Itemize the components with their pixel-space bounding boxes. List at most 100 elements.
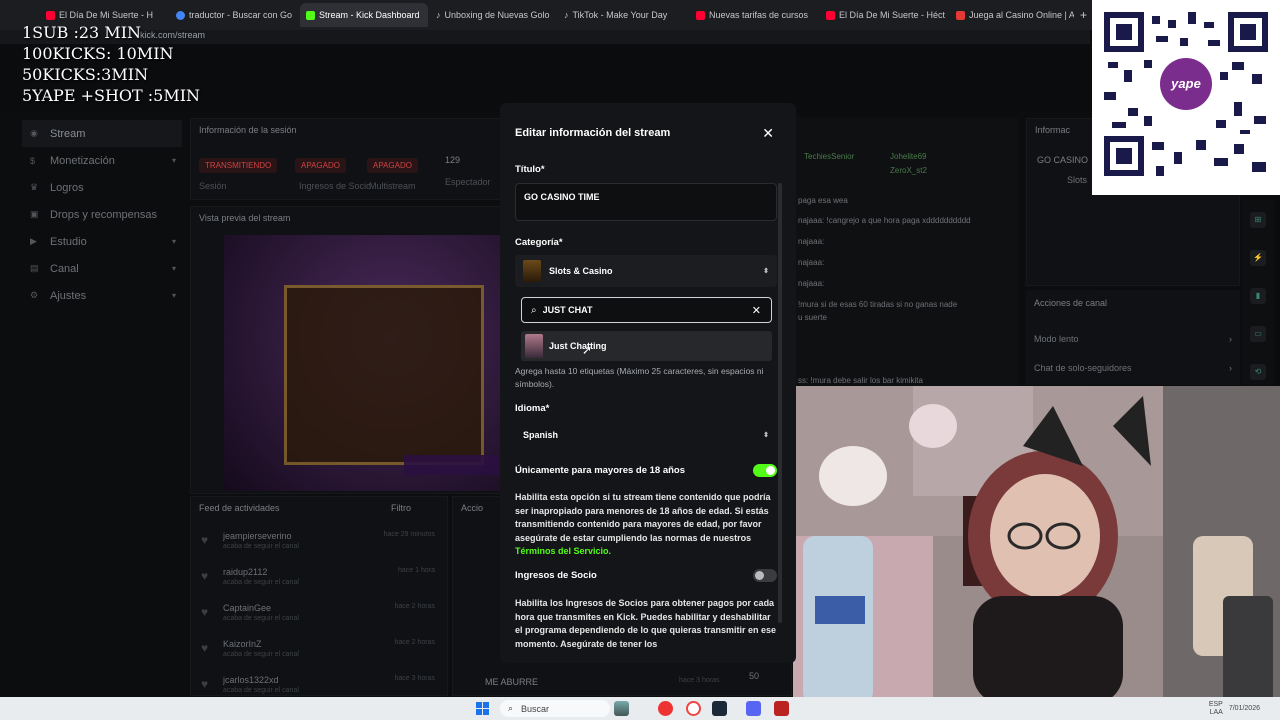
panel-title: Acciones de canal bbox=[1034, 298, 1108, 308]
rail-button-icon[interactable]: ▮ bbox=[1250, 288, 1266, 304]
steam-icon[interactable] bbox=[712, 701, 727, 716]
adult-only-toggle[interactable] bbox=[753, 464, 777, 477]
opera-icon[interactable] bbox=[686, 701, 701, 716]
right-rail: ⊞ ⚡ ▮ ▭ ⟲ bbox=[1242, 200, 1274, 385]
browser-tab[interactable]: ♪ TikTok - Make Your Day bbox=[558, 5, 686, 25]
status-pill: APAGADO bbox=[367, 158, 418, 173]
chat-message: najaaa: bbox=[798, 258, 825, 267]
search-icon: ⌕ bbox=[508, 703, 514, 713]
session-panel: Información de la sesión TRANSMITIENDO A… bbox=[190, 118, 502, 200]
sidebar-item-estudio[interactable]: ▶ Estudio ▾ bbox=[22, 228, 182, 255]
feed-username[interactable]: CaptainGee bbox=[223, 603, 271, 613]
discord-icon[interactable] bbox=[746, 701, 761, 716]
sidebar: ◉ Stream $ Monetización ▾ ♛ Logros ▣ Drops y … bbox=[22, 120, 182, 309]
rail-button-icon[interactable]: ⟲ bbox=[1250, 364, 1266, 380]
stream-title-input[interactable]: GO CASINO TIME bbox=[515, 183, 777, 221]
webcam-scene bbox=[793, 386, 1280, 704]
category-search-input[interactable] bbox=[542, 305, 733, 315]
taskbar-app-icon[interactable] bbox=[614, 701, 629, 716]
feed-username[interactable]: raidup2112 bbox=[223, 567, 267, 577]
sidebar-item-canal[interactable]: ▤ Canal ▾ bbox=[22, 255, 182, 282]
status-pill: TRANSMITIENDO bbox=[199, 158, 278, 173]
clock-date[interactable]: 7/01/2026 bbox=[1229, 701, 1260, 717]
language-indicator[interactable]: ESP bbox=[1209, 701, 1223, 708]
browser-tab[interactable]: Juega al Casino Online | A bbox=[950, 5, 1074, 25]
new-tab-button[interactable]: + bbox=[1074, 5, 1090, 25]
rail-button-icon[interactable]: ⚡ bbox=[1250, 250, 1266, 266]
feed-description: acaba de seguir el canal bbox=[223, 579, 299, 586]
edit-stream-modal: Editar información del stream ✕ Título* … bbox=[500, 103, 796, 663]
sidebar-item-stream[interactable]: ◉ Stream bbox=[22, 120, 182, 147]
sidebar-item-drops[interactable]: ▣ Drops y recompensas bbox=[22, 201, 182, 228]
yape-logo-text: yape bbox=[1171, 76, 1201, 91]
stream-overlay-text: 1SUB :23 MIN 100KICKS: 10MIN 50KICKS:3MI… bbox=[22, 22, 200, 106]
chrome-icon[interactable] bbox=[658, 701, 673, 716]
panel-title: Vista previa del stream bbox=[199, 213, 291, 223]
feed-username[interactable]: KaizorInZ bbox=[223, 639, 262, 649]
sidebar-item-monetizacion[interactable]: $ Monetización ▾ bbox=[22, 147, 182, 174]
browser-tab[interactable]: Nuevas tarifas de cursos bbox=[690, 5, 818, 25]
chat-panel: TechiesSenior Johelite69 ZeroX_st2 paga … bbox=[796, 118, 1018, 388]
dollar-icon: $ bbox=[30, 155, 36, 166]
feed-username[interactable]: jeampierseverino bbox=[223, 531, 292, 541]
stream-preview-video[interactable] bbox=[224, 235, 503, 491]
feed-username[interactable]: jcarlos1322xd bbox=[223, 675, 279, 685]
feed-description: acaba de seguir el canal bbox=[223, 615, 299, 622]
filter-button[interactable]: Filtro bbox=[391, 503, 411, 513]
chevron-down-icon: ▾ bbox=[171, 291, 176, 300]
chat-username[interactable]: ZeroX_st2 bbox=[890, 166, 927, 175]
close-icon[interactable]: ✕ bbox=[762, 125, 774, 142]
gear-icon: ⚙ bbox=[30, 290, 39, 300]
chat-username[interactable]: TechiesSenior bbox=[804, 152, 854, 161]
chevron-down-icon: ▾ bbox=[171, 237, 176, 246]
chat-message: najaaa: bbox=[798, 279, 825, 288]
title-label: Título* bbox=[515, 164, 545, 175]
select-arrows-icon: ⬍ bbox=[763, 268, 769, 275]
windows-start-icon[interactable] bbox=[476, 702, 489, 715]
chat-message: ss: !mura debe salir los bar kimikita bbox=[798, 376, 923, 385]
chevron-right-icon: › bbox=[1229, 334, 1232, 344]
sidebar-item-logros[interactable]: ♛ Logros bbox=[22, 174, 182, 201]
browser-tab[interactable]: El Día De Mi Suerte - Héct bbox=[820, 5, 948, 25]
tab-label: Juega al Casino Online | A bbox=[969, 10, 1074, 20]
panel-title: Información de la sesión bbox=[199, 125, 297, 135]
action-slow-mode[interactable]: Modo lento › bbox=[1034, 334, 1232, 344]
sidebar-item-label: Drops y recompensas bbox=[50, 208, 157, 221]
tab-label: traductor - Buscar con Go bbox=[189, 10, 293, 20]
terms-link[interactable]: Términos del Servicio. bbox=[515, 546, 611, 556]
clear-icon[interactable]: ✕ bbox=[752, 304, 761, 317]
trophy-icon: ♛ bbox=[30, 182, 39, 192]
taskbar-search[interactable]: ⌕ Buscar bbox=[500, 700, 610, 717]
sidebar-item-ajustes[interactable]: ⚙ Ajustes ▾ bbox=[22, 282, 182, 309]
rail-button-icon[interactable]: ⊞ bbox=[1250, 212, 1266, 228]
category-search-box[interactable]: ⌕ ✕ bbox=[521, 297, 772, 323]
partner-toggle[interactable] bbox=[753, 569, 777, 582]
browser-tab[interactable]: ♪ Unboxing de Nuevas Golo bbox=[430, 5, 554, 25]
broadcast-icon: ◉ bbox=[30, 128, 38, 138]
modal-scrollbar[interactable] bbox=[778, 183, 782, 623]
channel-actions-panel: Acciones de canal Modo lento › Chat de so… bbox=[1026, 290, 1240, 385]
rail-button-icon[interactable]: ▭ bbox=[1250, 326, 1266, 342]
stream-title-preview: GO CASINO bbox=[1037, 155, 1089, 165]
tab-label: El Día De Mi Suerte - Héct bbox=[839, 10, 946, 20]
chat-message: najaaa: !cangrejo a que hora paga xddddd… bbox=[798, 216, 971, 225]
language-select[interactable]: Spanish ⬍ bbox=[515, 421, 777, 449]
tab-label: Stream - Kick Dashboard bbox=[319, 10, 420, 20]
search-icon: ⌕ bbox=[531, 304, 537, 316]
action-followers-only[interactable]: Chat de solo-seguidores › bbox=[1034, 363, 1232, 373]
partner-label: Ingresos de Socio bbox=[515, 570, 597, 581]
taskbar-app-icon[interactable] bbox=[774, 701, 789, 716]
heart-icon: ♥ bbox=[201, 605, 209, 619]
webcam-feed bbox=[793, 386, 1280, 704]
feed-time: hace 29 minutos bbox=[383, 531, 435, 538]
chat-username[interactable]: Johelite69 bbox=[890, 152, 926, 161]
feed-time: hace 1 hora bbox=[398, 567, 435, 574]
category-select[interactable]: Slots & Casino ⬍ bbox=[515, 255, 777, 287]
category-result-item[interactable]: Just Chatting bbox=[521, 331, 772, 361]
channel-icon: ▤ bbox=[30, 263, 39, 273]
heart-icon: ♥ bbox=[201, 533, 209, 547]
feed-description: acaba de seguir el canal bbox=[223, 543, 299, 550]
feed-row: ♥ KaizorInZ acaba de seguir el canal hace 2… bbox=[199, 639, 435, 669]
browser-tab-active[interactable]: Stream - Kick Dashboard bbox=[300, 3, 428, 27]
yape-qr-code: yape bbox=[1092, 0, 1280, 195]
